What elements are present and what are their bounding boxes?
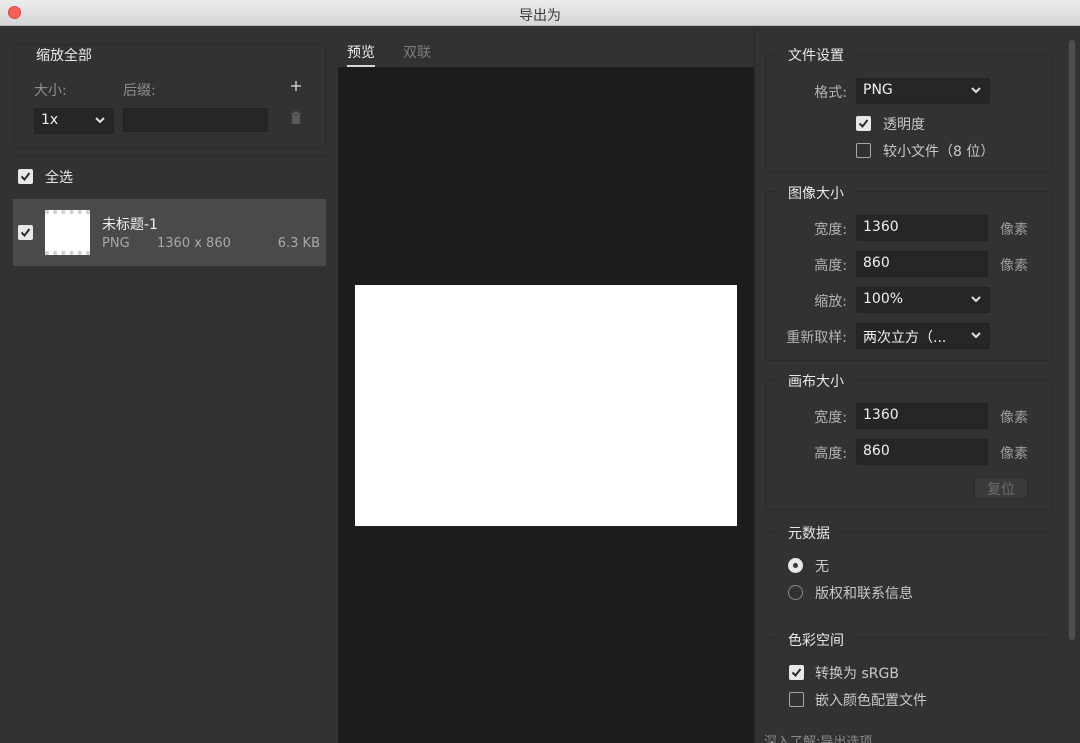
image-scale-select[interactable]: 100%: [856, 287, 990, 313]
scale-all-title: 缩放全部: [28, 45, 100, 65]
smaller-file-label: 较小文件（8 位）: [883, 144, 995, 160]
asset-checkbox[interactable]: [18, 225, 33, 240]
format-label: 格式:: [814, 85, 847, 101]
asset-format: PNG: [102, 236, 130, 251]
file-settings-title: 文件设置: [780, 45, 852, 65]
metadata-none-radio[interactable]: [788, 558, 803, 573]
suffix-label: 后缀:: [123, 83, 156, 99]
format-select[interactable]: PNG: [856, 78, 990, 104]
canvas-height-label: 高度:: [814, 446, 847, 462]
select-all-checkbox[interactable]: [18, 169, 33, 184]
asset-dimensions: 1360 x 860: [157, 236, 231, 251]
metadata-none-label: 无: [815, 559, 829, 575]
preview-image: [355, 285, 737, 526]
suffix-input[interactable]: [123, 108, 268, 132]
image-height-unit: 像素: [1000, 258, 1028, 274]
metadata-title: 元数据: [780, 523, 838, 543]
scale-label: 缩放:: [814, 294, 847, 310]
chevron-down-icon: [95, 117, 105, 124]
transparency-label: 透明度: [883, 117, 925, 133]
scale-select[interactable]: 1x: [34, 108, 114, 134]
image-width-unit: 像素: [1000, 222, 1028, 238]
title-bar: 导出为: [0, 0, 1080, 26]
chevron-down-icon: [969, 328, 983, 342]
window-title: 导出为: [519, 8, 561, 24]
select-all-label: 全选: [45, 170, 73, 186]
transparency-checkbox[interactable]: [856, 116, 871, 131]
canvas-width-label: 宽度:: [814, 410, 847, 426]
smaller-file-checkbox[interactable]: [856, 143, 871, 158]
resample-label: 重新取样:: [786, 330, 847, 346]
asset-size: 6.3 KB: [277, 236, 320, 251]
resample-value: 两次立方（...: [863, 330, 947, 346]
learn-more-link[interactable]: 深入了解:导出选项: [764, 735, 872, 743]
image-width-input[interactable]: 1360: [856, 215, 988, 241]
canvas-height-input[interactable]: 860: [856, 439, 988, 465]
asset-thumbnail: [45, 210, 90, 255]
metadata-copyright-radio[interactable]: [788, 585, 803, 600]
convert-srgb-checkbox[interactable]: [789, 665, 804, 680]
chevron-down-icon: [971, 296, 981, 303]
image-height-input[interactable]: 860: [856, 251, 988, 277]
canvas-height-unit: 像素: [1000, 446, 1028, 462]
size-label: 大小:: [34, 83, 67, 99]
trash-icon[interactable]: [289, 110, 303, 126]
learn-more-text: 深入了解:导出选项: [764, 735, 873, 743]
canvas-width-input[interactable]: 1360: [856, 403, 988, 429]
check-icon: [791, 668, 802, 678]
asset-name: 未标题-1: [102, 217, 158, 233]
canvas-size-title: 画布大小: [780, 371, 852, 391]
tab-preview[interactable]: 预览: [347, 42, 375, 67]
color-space-title: 色彩空间: [780, 630, 852, 650]
image-size-title: 图像大小: [780, 183, 852, 203]
reset-button[interactable]: 复位: [974, 477, 1028, 499]
tab-two-up[interactable]: 双联: [403, 42, 431, 62]
check-icon: [20, 172, 31, 182]
embed-profile-checkbox[interactable]: [789, 692, 804, 707]
left-divider: [14, 155, 326, 156]
embed-profile-label: 嵌入颜色配置文件: [815, 693, 927, 709]
chevron-down-icon: [971, 87, 981, 94]
metadata-copyright-label: 版权和联系信息: [815, 586, 913, 602]
scale-select-value: 1x: [41, 112, 59, 128]
right-scrollbar-thumb[interactable]: [1069, 40, 1075, 640]
check-icon: [858, 119, 869, 129]
resample-select[interactable]: 两次立方（...: [856, 323, 990, 349]
format-select-value: PNG: [863, 82, 893, 98]
image-height-label: 高度:: [814, 258, 847, 274]
image-width-label: 宽度:: [814, 222, 847, 238]
plus-icon[interactable]: [289, 78, 303, 94]
check-icon: [20, 228, 31, 238]
image-scale-value: 100%: [863, 291, 904, 307]
convert-srgb-label: 转换为 sRGB: [815, 666, 899, 682]
canvas-width-unit: 像素: [1000, 410, 1028, 426]
